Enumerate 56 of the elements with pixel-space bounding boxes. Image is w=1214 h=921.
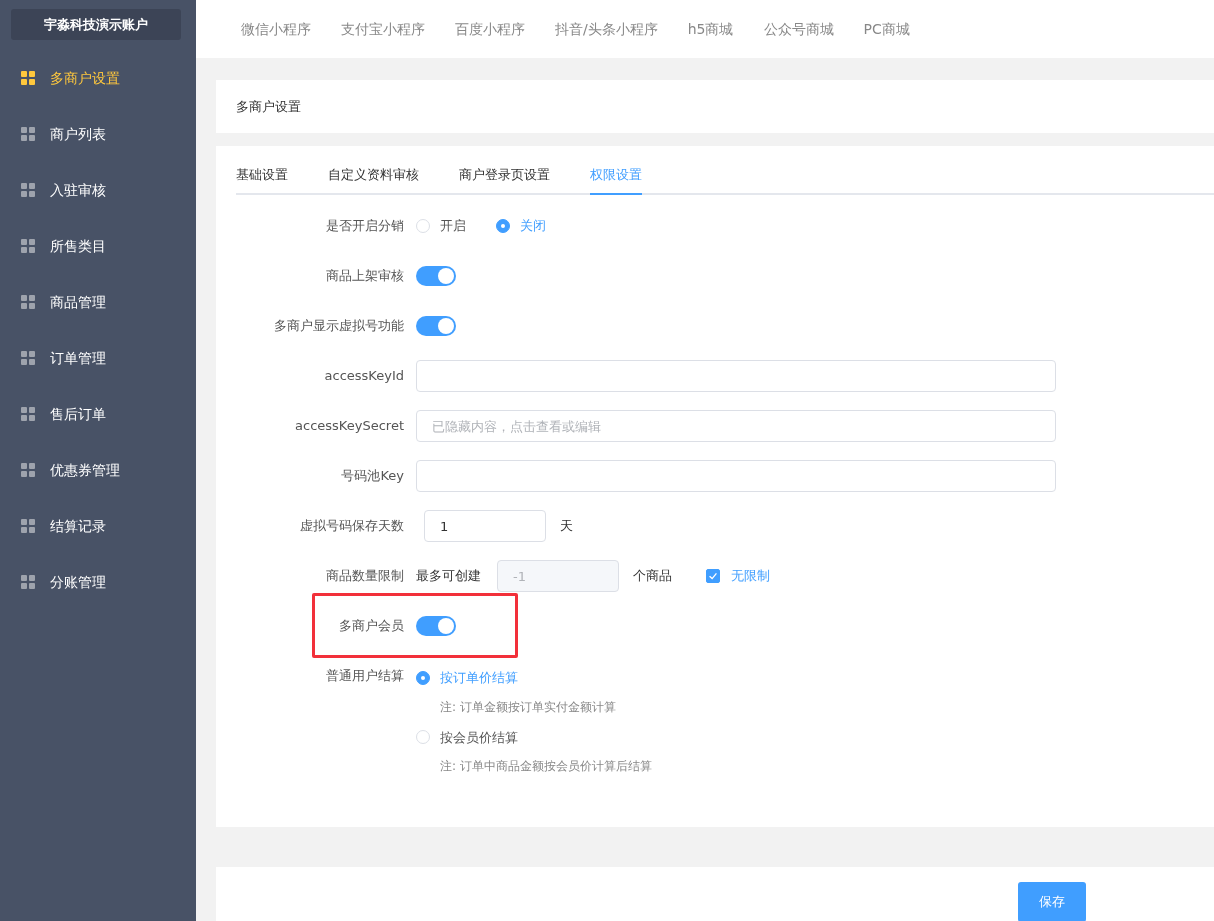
grid-icon xyxy=(21,127,35,141)
field-text: 最多可创建 xyxy=(416,567,481,586)
sidebar-item[interactable]: 多商户设置 xyxy=(0,50,196,106)
platform-tab[interactable]: 支付宝小程序 xyxy=(326,18,440,40)
field-label: 多商户会员 xyxy=(338,617,404,635)
unit-label: 天 xyxy=(560,517,573,536)
input-field[interactable] xyxy=(416,460,1056,492)
field-label: 虚拟号码保存天数 xyxy=(299,517,404,535)
grid-icon xyxy=(21,575,35,589)
platform-tab[interactable]: 公众号商城 xyxy=(748,18,849,40)
grid-icon xyxy=(21,407,35,421)
grid-icon xyxy=(21,71,35,85)
platform-tab[interactable]: h5商城 xyxy=(672,18,749,40)
field-label: 多商户显示虚拟号功能 xyxy=(273,317,404,335)
sidebar-item[interactable]: 售后订单 xyxy=(0,386,196,442)
grid-icon xyxy=(21,183,35,197)
grid-icon xyxy=(21,351,35,365)
field-label: 号码池Key xyxy=(340,467,404,485)
grid-icon xyxy=(21,463,35,477)
input-field[interactable]: 1 xyxy=(424,510,546,542)
page-title: 多商户设置 xyxy=(236,97,301,116)
field-label: 是否开启分销 xyxy=(325,217,404,235)
sidebar-item[interactable]: 分账管理 xyxy=(0,554,196,610)
radio-option[interactable]: 开启 xyxy=(416,216,466,236)
settings-tab[interactable]: 商户登录页设置 xyxy=(459,164,550,195)
platform-tab[interactable]: 抖音/头条小程序 xyxy=(540,18,673,40)
sidebar-item[interactable]: 所售类目 xyxy=(0,218,196,274)
unit-label: 个商品 xyxy=(633,567,672,586)
toggle-switch[interactable] xyxy=(416,266,456,286)
settings-tab[interactable]: 自定义资料审核 xyxy=(328,164,419,195)
platform-tab[interactable]: PC商城 xyxy=(848,18,925,40)
field-label: accessKeyId xyxy=(323,367,404,385)
grid-icon xyxy=(21,239,35,253)
toggle-switch[interactable] xyxy=(416,616,456,636)
sidebar-item[interactable]: 入驻审核 xyxy=(0,162,196,218)
grid-icon xyxy=(21,519,35,533)
field-label: 商品数量限制 xyxy=(325,567,404,585)
account-name: 宇淼科技演示账户 xyxy=(11,9,181,40)
input-field[interactable]: 已隐藏内容，点击查看或编辑 xyxy=(416,410,1056,442)
sidebar-item[interactable]: 商户列表 xyxy=(0,106,196,162)
sidebar-item[interactable]: 优惠券管理 xyxy=(0,442,196,498)
settings-tab[interactable]: 基础设置 xyxy=(236,164,288,195)
grid-icon xyxy=(21,295,35,309)
note-text: 注: 订单中商品金额按会员价计算后结算 xyxy=(440,758,652,775)
platform-tab[interactable]: 百度小程序 xyxy=(440,18,540,40)
note-text: 注: 订单金额按订单实付金额计算 xyxy=(440,698,616,716)
field-label: 商品上架审核 xyxy=(325,267,404,285)
toggle-switch[interactable] xyxy=(416,316,456,336)
sidebar-item[interactable]: 结算记录 xyxy=(0,498,196,554)
sidebar-item[interactable]: 订单管理 xyxy=(0,330,196,386)
field-label: 普通用户结算 xyxy=(325,667,404,685)
radio-option[interactable]: 按会员价结算 xyxy=(416,727,518,747)
input-field[interactable] xyxy=(416,360,1056,392)
platform-tab[interactable]: 微信小程序 xyxy=(226,18,326,40)
field-label: accessKeySecret xyxy=(294,417,404,435)
sidebar-item[interactable]: 商品管理 xyxy=(0,274,196,330)
